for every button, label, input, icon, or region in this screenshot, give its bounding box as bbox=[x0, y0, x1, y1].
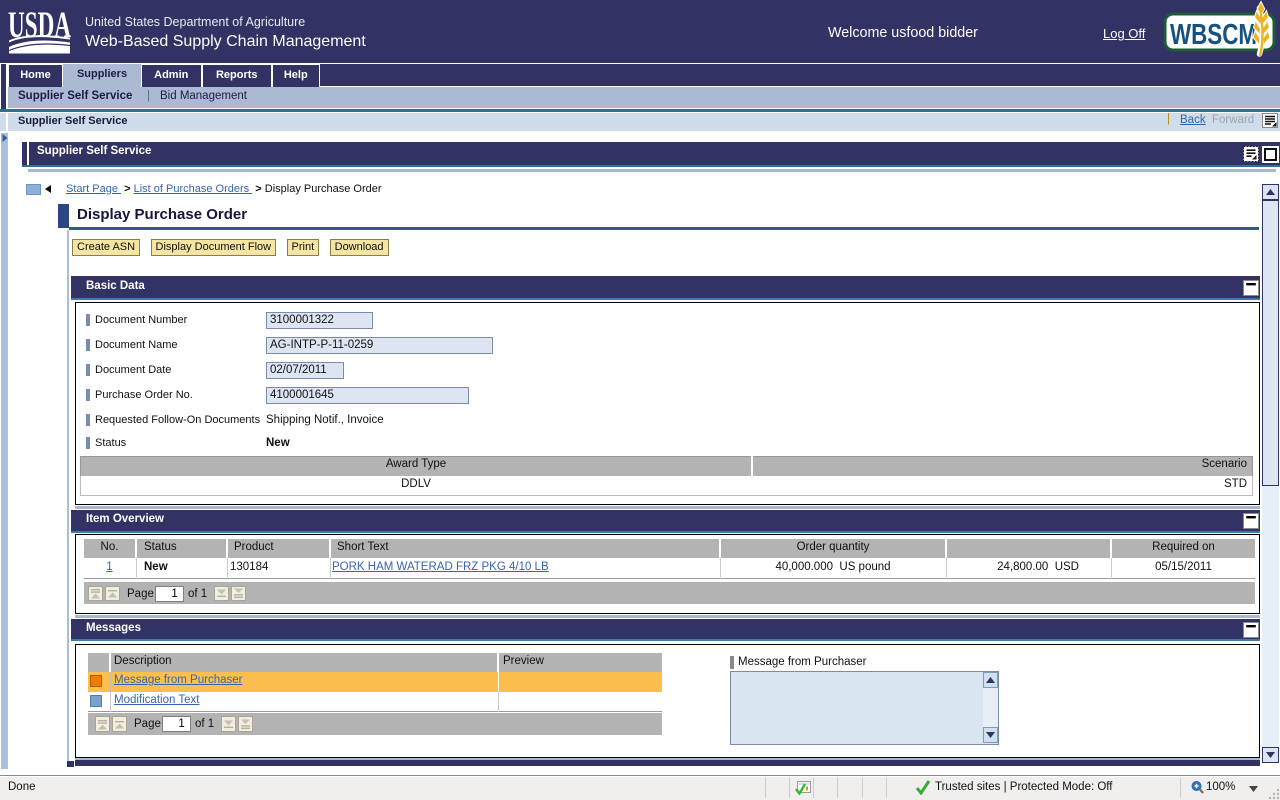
svg-text:WBSCM: WBSCM bbox=[1170, 19, 1257, 51]
svg-text:USDA: USDA bbox=[8, 9, 71, 46]
